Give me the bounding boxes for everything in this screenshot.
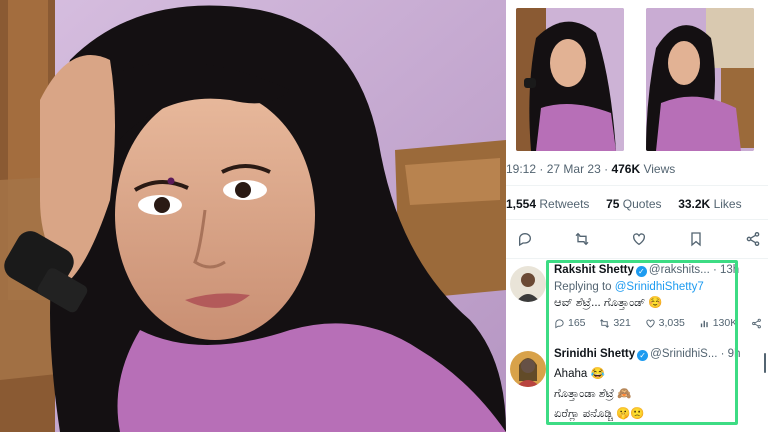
main-photo — [0, 0, 506, 432]
tweet-time: 19:12 — [506, 162, 537, 176]
tweet-timestamp[interactable]: 19:12 · 27 Mar 23 · 476K Views — [506, 162, 675, 176]
share-icon[interactable] — [742, 228, 764, 250]
tweet-actions — [514, 228, 764, 250]
retweets-count: 1,554 — [506, 197, 537, 211]
views-count: 476K — [611, 162, 641, 176]
likes-count: 33.2K — [678, 197, 711, 211]
retweet-icon[interactable] — [571, 228, 593, 250]
avatar[interactable] — [510, 351, 546, 387]
views-label: Views — [643, 162, 676, 176]
media-thumbnail-2[interactable] — [646, 8, 754, 151]
likes-stat[interactable]: 33.2K Likes — [678, 197, 741, 211]
quotes-count: 75 — [606, 197, 620, 211]
reply-icon[interactable] — [514, 228, 536, 250]
bookmark-icon[interactable] — [685, 228, 707, 250]
highlight-box — [546, 260, 738, 425]
quotes-label: Quotes — [622, 197, 662, 211]
avatar[interactable] — [510, 266, 546, 302]
divider — [506, 219, 768, 220]
share-count[interactable] — [751, 317, 762, 329]
tweet-date: 27 Mar 23 — [546, 162, 601, 176]
scrollbar[interactable] — [764, 353, 766, 373]
divider — [506, 185, 768, 186]
retweets-stat[interactable]: 1,554 Retweets — [506, 197, 589, 211]
likes-label: Likes — [713, 197, 742, 211]
share-icon — [752, 318, 761, 328]
media-thumbnail-1[interactable] — [516, 8, 624, 151]
tweet-stats: 1,554 Retweets 75 Quotes 33.2K Likes — [506, 197, 742, 211]
screenshot: 19:12 · 27 Mar 23 · 476K Views 1,554 Ret… — [0, 0, 768, 432]
quotes-stat[interactable]: 75 Quotes — [606, 197, 661, 211]
tweet-media — [516, 8, 761, 153]
meta-separator: · — [539, 162, 547, 176]
retweets-label: Retweets — [539, 197, 590, 211]
divider — [506, 258, 768, 259]
like-icon[interactable] — [628, 228, 650, 250]
